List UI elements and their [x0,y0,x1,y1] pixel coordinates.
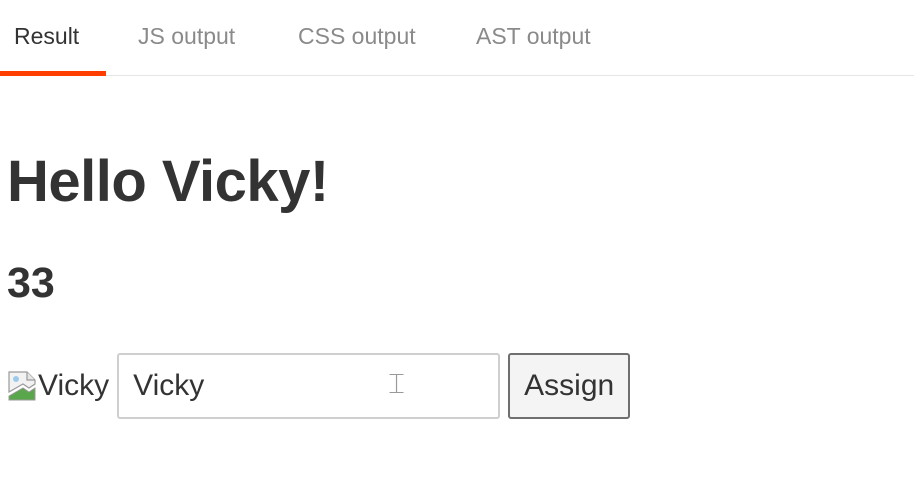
image-alt-text: Vicky [38,369,110,402]
assign-row: Vicky ⌶ Assign [7,353,631,419]
count-heading: 33 [7,259,55,307]
name-input[interactable] [117,353,501,419]
tab-result[interactable]: Result [0,0,106,76]
tab-ast-output[interactable]: AST output [462,0,605,76]
output-tabs: Result JS output CSS output AST output [0,0,914,76]
avatar-image: Vicky [7,366,109,406]
tab-js-output[interactable]: JS output [124,0,249,76]
broken-image-icon [8,371,36,401]
greeting-heading: Hello Vicky! [7,149,329,214]
name-input-wrap: ⌶ [117,353,501,419]
assign-button[interactable]: Assign [508,353,631,419]
tab-css-output[interactable]: CSS output [284,0,430,76]
